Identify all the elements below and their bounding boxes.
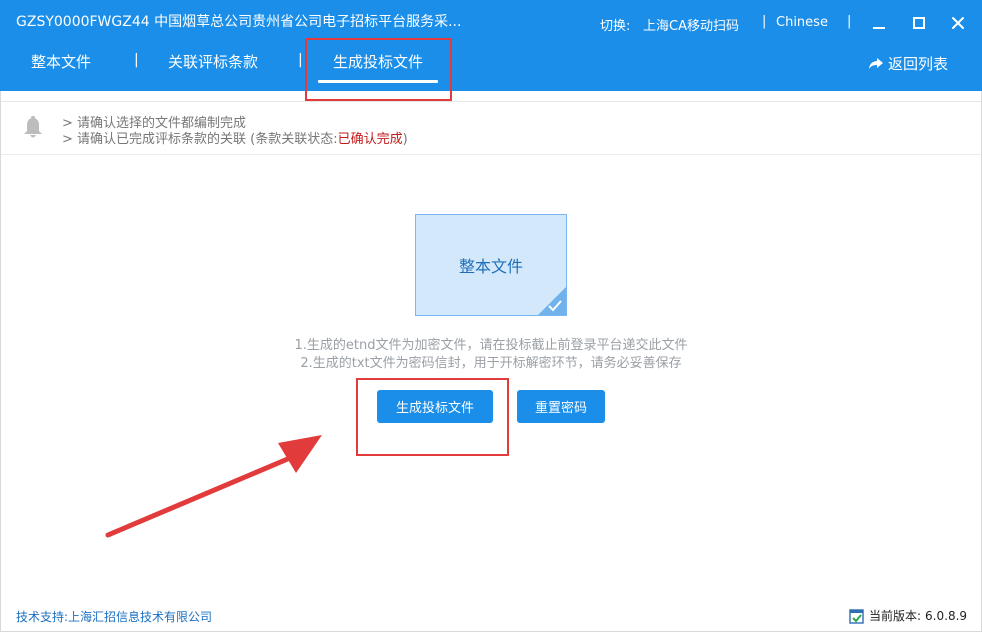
- window-title: GZSY0000FWGZ44 中国烟草总公司贵州省公司电子招标平台服务采...: [16, 14, 462, 30]
- tab-link-clauses[interactable]: 关联评标条款: [168, 51, 258, 72]
- clause-status: 已确认完成: [337, 132, 403, 147]
- highlight-box-button: [356, 378, 509, 456]
- notice-line-2-suffix: ): [402, 132, 408, 147]
- version-label: 当前版本:: [869, 609, 922, 623]
- title-separator: |: [762, 14, 767, 29]
- tab-whole-file[interactable]: 整本文件: [31, 51, 91, 72]
- minimize-icon: [873, 27, 885, 29]
- file-card-label: 整本文件: [458, 257, 523, 276]
- notice-line-2-text: > 请确认已完成评标条款的关联 (条款关联状态:: [62, 132, 338, 147]
- switch-label: 切换:: [600, 19, 631, 34]
- notice-line-2: > 请确认已完成评标条款的关联 (条款关联状态:已确认完成): [62, 128, 408, 147]
- tech-support-text: 技术支持:上海汇招信息技术有限公司: [16, 610, 213, 624]
- title-separator: |: [847, 14, 852, 29]
- annotation-arrow-icon: [105, 435, 322, 538]
- reset-password-button[interactable]: 重置密码: [517, 390, 605, 423]
- nav-separator: |: [298, 52, 303, 68]
- back-label: 返回列表: [888, 55, 949, 73]
- bell-icon: [22, 116, 44, 144]
- highlight-box-tab: [305, 38, 452, 101]
- back-to-list-button[interactable]: 返回列表: [868, 53, 948, 74]
- frame-left: [0, 91, 1, 632]
- share-arrow-icon: [869, 57, 883, 69]
- nav-separator: |: [134, 52, 139, 68]
- maximize-button[interactable]: [906, 10, 932, 36]
- maximize-icon: [913, 17, 925, 29]
- check-icon: [548, 300, 562, 312]
- close-button[interactable]: [945, 10, 971, 36]
- minimize-button[interactable]: [866, 10, 892, 36]
- close-icon: [952, 17, 964, 29]
- whole-file-card[interactable]: 整本文件: [415, 214, 567, 316]
- version-info: 当前版本: 6.0.8.9: [849, 607, 967, 624]
- language-switch[interactable]: Chinese: [776, 15, 828, 30]
- version-number: 6.0.8.9: [925, 608, 968, 623]
- hint-line-1: 1.生成的etnd文件为加密文件，请在投标截止前登录平台递交此文件: [294, 338, 688, 353]
- ca-scan-link[interactable]: 上海CA移动扫码: [643, 15, 739, 34]
- version-icon: [849, 608, 864, 624]
- hint-line-2: 2.生成的txt文件为密码信封，用于开标解密环节，请务必妥善保存: [300, 356, 682, 371]
- title-bar: GZSY0000FWGZ44 中国烟草总公司贵州省公司电子招标平台服务采... …: [0, 0, 982, 91]
